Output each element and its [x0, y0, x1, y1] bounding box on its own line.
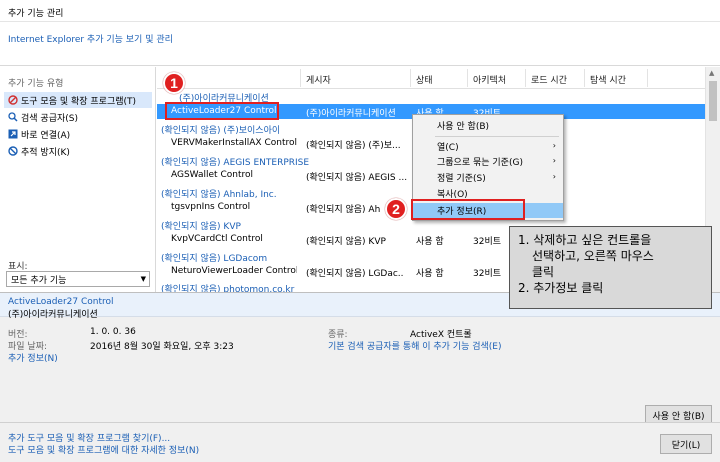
list-header: 이름 게시자 상태 아키텍처 로드 시간 탐색 시간	[157, 67, 705, 89]
tracking-protection-icon	[8, 146, 18, 156]
menu-item-columns[interactable]: 열(C) ›	[413, 139, 563, 154]
step-badge-1: 1	[163, 72, 185, 94]
footer: 추가 도구 모음 및 확장 프로그램 찾기(F)... 도구 모음 및 확장 프…	[0, 422, 720, 462]
column-divider	[410, 69, 411, 87]
highlight-box-row	[165, 102, 279, 120]
details-publisher: (주)아이라커뮤니케이션	[8, 310, 98, 320]
sidebar: 추가 기능 유형 도구 모음 및 확장 프로그램(T) 검색 공급자(S) 바로…	[0, 67, 156, 292]
window-title: 추가 기능 관리	[8, 9, 64, 19]
callout-line: 2. 추가정보 클릭	[518, 281, 604, 295]
column-header-publisher[interactable]: 게시자	[306, 73, 331, 86]
group-header: (확인되지 않음) photomon.co.kr	[161, 285, 295, 292]
menu-item-sort-by[interactable]: 정렬 기준(S) ›	[413, 170, 563, 185]
row-publisher: (확인되지 않음) (주)보...	[306, 141, 401, 151]
sidebar-item-label: 도구 모음 및 확장 프로그램(T)	[21, 96, 137, 107]
instruction-callout: 1. 삭제하고 싶은 컨트롤을 선택하고, 오른쪽 마우스 클릭 2. 추가정보…	[509, 226, 712, 309]
chevron-right-icon: ›	[552, 156, 556, 165]
search-addon-link[interactable]: 기본 검색 공급자를 통해 이 추가 기능 검색(E)	[328, 339, 502, 352]
row-publisher: (주)아이라커뮤니케이션	[306, 109, 396, 119]
search-icon	[8, 112, 18, 122]
date-value: 2016년 8월 30일 화요일, 오후 3:23	[90, 342, 234, 352]
details-pane: ActiveLoader27 Control (주)아이라커뮤니케이션 버전: …	[0, 292, 720, 425]
row-name: tgsvpnIns Control	[171, 202, 251, 212]
callout-line: 클릭	[532, 265, 555, 279]
scrollbar-thumb[interactable]	[709, 81, 717, 121]
group-header: (확인되지 않음) Ahnlab, Inc.	[161, 190, 277, 200]
column-header-load-time[interactable]: 로드 시간	[531, 73, 567, 86]
scroll-up-icon[interactable]: ▲	[709, 69, 714, 77]
row-name: AGSWallet Control	[171, 170, 253, 180]
highlight-box-menu	[411, 199, 525, 220]
callout-line: 선택하고, 오른쪽 마우스	[532, 249, 654, 263]
chevron-down-icon: ▼	[140, 275, 146, 283]
show-dropdown[interactable]: 모든 추가 기능 ▼	[6, 271, 150, 287]
column-divider	[467, 69, 468, 87]
menu-item-label: 정렬 기준(S)	[437, 174, 486, 184]
toolbar-extension-icon	[8, 95, 18, 105]
column-divider	[584, 69, 585, 87]
row-name: NeturoViewerLoader Control	[171, 266, 297, 276]
column-header-architecture[interactable]: 아키텍처	[473, 73, 506, 86]
group-header: (확인되지 않음) KVP	[161, 222, 241, 232]
show-dropdown-value: 모든 추가 기능	[11, 275, 67, 286]
row-publisher: (확인되지 않음) LGDac..	[306, 269, 404, 279]
chevron-right-icon: ›	[552, 172, 556, 181]
menu-item-label: 그룹으로 묶는 기준(G)	[437, 158, 523, 168]
chevron-right-icon: ›	[552, 141, 556, 150]
sidebar-item-label: 추적 방지(K)	[21, 147, 70, 158]
sidebar-header: 추가 기능 유형	[8, 79, 64, 89]
group-header: (확인되지 않음) (주)보이스아이	[161, 126, 281, 136]
menu-item-label: 열(C)	[437, 143, 459, 153]
group-header: (확인되지 않음) AEGIS ENTERPRISE	[161, 158, 310, 168]
sidebar-item-tracking-protection[interactable]: 추적 방지(K)	[4, 143, 152, 159]
group-header: (확인되지 않음) LGDacom	[161, 254, 268, 264]
column-divider	[647, 69, 648, 87]
more-info-link[interactable]: 추가 정보(N)	[8, 351, 58, 364]
step-badge-2: 2	[385, 198, 407, 220]
row-status: 사용 함	[416, 237, 444, 247]
learn-more-link[interactable]: 도구 모음 및 확장 프로그램에 대한 자세한 정보(N)	[8, 443, 199, 456]
row-name: VERVMakerInstallAX Control	[171, 138, 297, 148]
close-button[interactable]: 닫기(L)	[660, 434, 712, 454]
version-value: 1. 0. 0. 36	[90, 327, 136, 337]
sidebar-item-accelerators[interactable]: 바로 연결(A)	[4, 126, 152, 142]
menu-divider	[435, 136, 559, 137]
menu-item-disable[interactable]: 사용 안 함(B)	[413, 118, 563, 133]
column-header-status[interactable]: 상태	[416, 73, 433, 86]
row-name: KvpVCardCtl Control	[171, 234, 263, 244]
sidebar-item-toolbars[interactable]: 도구 모음 및 확장 프로그램(T)	[4, 92, 152, 108]
title-bar: 추가 기능 관리	[0, 0, 720, 22]
row-publisher: (확인되지 않음) KVP	[306, 237, 386, 247]
column-header-navigation-time[interactable]: 탐색 시간	[590, 73, 626, 86]
sidebar-item-search-providers[interactable]: 검색 공급자(S)	[4, 109, 152, 125]
sidebar-item-label: 검색 공급자(S)	[21, 113, 78, 124]
disable-button-label: 사용 안 함(B)	[652, 411, 705, 422]
row-status: 사용 함	[416, 269, 444, 279]
column-divider	[525, 69, 526, 87]
header-subtitle: Internet Explorer 추가 기능 보기 및 관리	[8, 35, 173, 45]
details-name: ActiveLoader27 Control	[8, 297, 114, 307]
column-divider	[300, 69, 301, 87]
menu-item-label: 사용 안 함(B)	[437, 122, 490, 132]
menu-item-group-by[interactable]: 그룹으로 묶는 기준(G) ›	[413, 154, 563, 169]
row-publisher: (확인되지 않음) AEGIS ...	[306, 173, 408, 183]
callout-line: 1. 삭제하고 싶은 컨트롤을	[518, 233, 652, 247]
sidebar-item-label: 바로 연결(A)	[21, 130, 71, 141]
accelerator-icon	[8, 129, 18, 139]
close-button-label: 닫기(L)	[671, 440, 701, 451]
header-band: Internet Explorer 추가 기능 보기 및 관리	[0, 22, 720, 66]
